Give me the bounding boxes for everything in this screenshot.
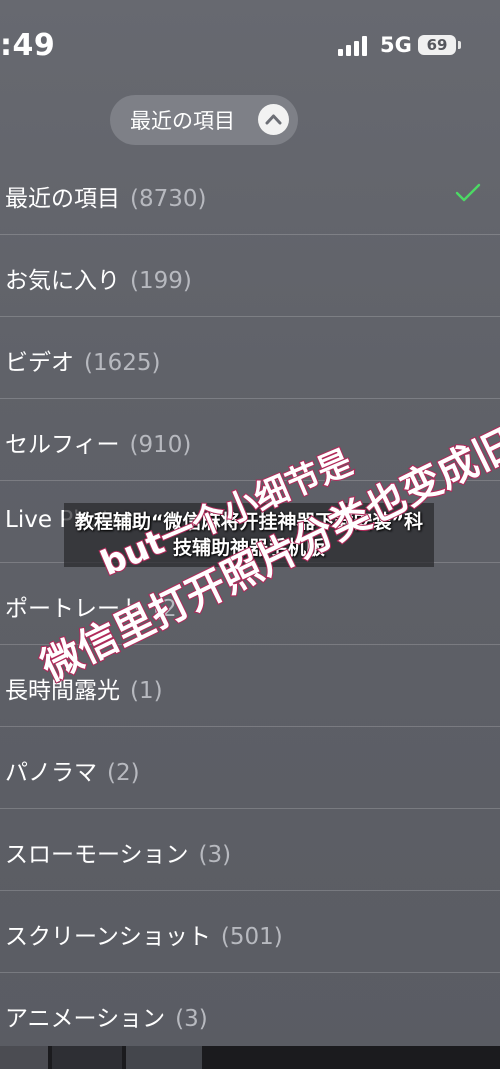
thumbnail[interactable] [52, 1046, 122, 1069]
cellular-signal-icon [338, 36, 370, 56]
battery-icon: 69 [418, 35, 456, 55]
album-name: アニメーション [5, 1006, 166, 1032]
album-name: ビデオ [5, 350, 74, 376]
album-count: (1) [130, 678, 163, 704]
album-list: 最近の項目 (8730) お気に入り (199) ビデオ (1625) セルフィー (9… [0, 153, 500, 1055]
album-count: (3) [198, 842, 232, 868]
album-row-videos[interactable]: ビデオ (1625) [0, 317, 500, 399]
thumbnail[interactable] [0, 1046, 48, 1069]
album-name: スローモーション [5, 842, 189, 868]
status-bar: :49 5G 69 [0, 0, 500, 90]
album-count: (501) [220, 924, 283, 950]
album-count: (3) [175, 1006, 208, 1032]
album-name: パノラマ [5, 760, 97, 786]
status-time: :49 [0, 28, 56, 63]
album-row-slo-mo[interactable]: スローモーション (3) [0, 809, 500, 891]
album-row-screenshots[interactable]: スクリーンショット (501) [0, 891, 500, 973]
album-count: (8730) [130, 186, 207, 212]
thumbnail-strip [0, 1046, 500, 1069]
album-name: スクリーンショット [5, 924, 211, 950]
photo-picker-screen: :49 5G 69 最近の項目 最近の項目 (8730) お気に入り (199) [0, 0, 500, 1069]
checkmark-icon [455, 183, 481, 202]
thumbnail[interactable] [126, 1046, 202, 1069]
battery-tip [458, 41, 461, 49]
album-selector-label: 最近の項目 [130, 109, 235, 133]
network-type: 5G [380, 33, 412, 57]
album-name: セルフィー [5, 432, 120, 458]
album-name: お気に入り [5, 268, 120, 294]
album-count: (1625) [84, 350, 161, 376]
album-row-animated[interactable]: アニメーション (3) [0, 973, 500, 1055]
chevron-up-icon [258, 104, 289, 135]
album-count: (199) [130, 268, 192, 294]
album-row-panorama[interactable]: パノラマ (2) [0, 727, 500, 809]
album-row-favorites[interactable]: お気に入り (199) [0, 235, 500, 317]
album-count: (2) [107, 760, 140, 786]
album-row-recents[interactable]: 最近の項目 (8730) [0, 153, 500, 235]
album-count: (910) [129, 432, 192, 458]
album-selector-button[interactable]: 最近の項目 [110, 95, 298, 145]
album-name: 最近の項目 [5, 186, 120, 212]
